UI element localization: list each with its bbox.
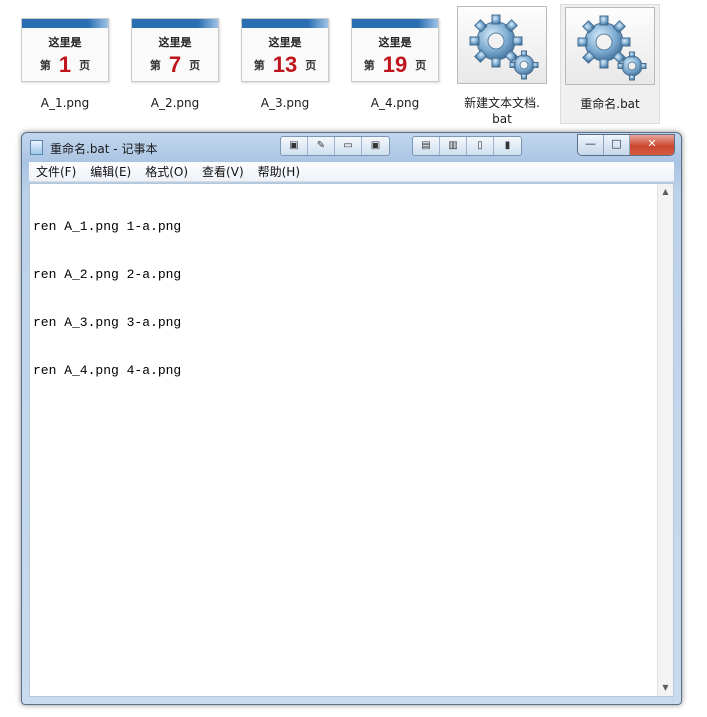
window-tool-icon[interactable]: ▥: [440, 137, 467, 155]
menu-help[interactable]: 帮助(H): [258, 162, 307, 181]
file-icons-area: 这里是 第1页 A_1.png 这里是 第7页 A_2.png 这里是 第 13 页…: [0, 0, 707, 130]
notepad-app-icon[interactable]: [30, 140, 43, 155]
file-rename-bat[interactable]: 重命名.bat: [560, 4, 660, 124]
editor-content[interactable]: ren A_1.png 1-a.png ren A_2.png 2-a.png …: [33, 187, 653, 687]
window-title: 重命名.bat - 记事本: [50, 142, 158, 156]
window-tool-icon[interactable]: ▮: [494, 137, 521, 155]
maximize-button[interactable]: □: [604, 135, 630, 155]
menu-bar: 文件(F) 编辑(E) 格式(O) 查看(V) 帮助(H): [29, 162, 674, 182]
batch-gears-icon: [565, 7, 655, 85]
scroll-up-arrow-icon[interactable]: ▲: [658, 184, 673, 200]
vertical-scrollbar[interactable]: ▲ ▼: [657, 184, 673, 696]
file-label: A_2.png: [150, 96, 200, 110]
text-editor[interactable]: ren A_1.png 1-a.png ren A_2.png 2-a.png …: [29, 183, 674, 697]
gears-icon: [469, 14, 539, 80]
png-thumbnail: 这里是 第1页: [21, 18, 109, 82]
minimize-button[interactable]: —: [578, 135, 604, 155]
menu-format[interactable]: 格式(O): [145, 162, 195, 181]
png-thumbnail: 这里是 第 19 页: [351, 18, 439, 82]
file-label: A_4.png: [370, 96, 420, 110]
file-label: A_3.png: [260, 96, 310, 110]
pin-icon[interactable]: ✎: [308, 137, 335, 155]
title-bar[interactable]: 重命名.bat - 记事本 ▣ ✎ ▭ ▣ ▤ ▥ ▯ ▮ — □ ✕: [22, 133, 681, 161]
thumb-title: 这里是: [268, 36, 302, 49]
titlebar-toolbar-right: ▤ ▥ ▯ ▮: [412, 136, 522, 156]
window-tool-icon[interactable]: ▣: [281, 137, 308, 155]
file-a2-png[interactable]: 这里是 第7页 A_2.png: [125, 4, 225, 124]
file-a3-png[interactable]: 这里是 第 13 页 A_3.png: [235, 4, 335, 124]
thumb-page-number: 13: [272, 52, 298, 77]
window-tool-icon[interactable]: ▯: [467, 137, 494, 155]
gears-icon: [577, 15, 647, 81]
thumb-title: 这里是: [378, 36, 412, 49]
png-thumbnail: 这里是 第7页: [131, 18, 219, 82]
file-label: 新建文本文档. bat: [464, 96, 540, 126]
close-button[interactable]: ✕: [630, 135, 674, 155]
window-tool-icon[interactable]: ▭: [335, 137, 362, 155]
file-new-text-document-bat[interactable]: 新建文本文档. bat: [452, 4, 552, 126]
file-a1-png[interactable]: 这里是 第1页 A_1.png: [15, 4, 115, 124]
notepad-window: 重命名.bat - 记事本 ▣ ✎ ▭ ▣ ▤ ▥ ▯ ▮ — □ ✕ 文件(F…: [21, 132, 682, 705]
editor-line: ren A_1.png 1-a.png: [33, 219, 182, 234]
thumb-page-number: 7: [168, 52, 182, 77]
batch-gears-icon: [457, 6, 547, 84]
window-tool-icon[interactable]: ▤: [413, 137, 440, 155]
window-controls: — □ ✕: [577, 134, 675, 156]
menu-edit[interactable]: 编辑(E): [90, 162, 138, 181]
thumb-page-number: 1: [58, 52, 72, 77]
editor-line: ren A_4.png 4-a.png: [33, 363, 182, 378]
scroll-down-arrow-icon[interactable]: ▼: [658, 680, 673, 696]
thumb-title: 这里是: [48, 36, 82, 49]
file-label: 重命名.bat: [580, 97, 640, 111]
thumb-title: 这里是: [158, 36, 192, 49]
menu-file[interactable]: 文件(F): [36, 162, 83, 181]
png-thumbnail: 这里是 第 13 页: [241, 18, 329, 82]
window-tool-icon[interactable]: ▣: [362, 137, 389, 155]
titlebar-toolbar-left: ▣ ✎ ▭ ▣: [280, 136, 390, 156]
file-a4-png[interactable]: 这里是 第 19 页 A_4.png: [345, 4, 445, 124]
thumb-page-number: 19: [382, 52, 408, 77]
editor-line: ren A_2.png 2-a.png: [33, 267, 182, 282]
file-label: A_1.png: [40, 96, 90, 110]
menu-view[interactable]: 查看(V): [202, 162, 251, 181]
editor-line: ren A_3.png 3-a.png: [33, 315, 182, 330]
